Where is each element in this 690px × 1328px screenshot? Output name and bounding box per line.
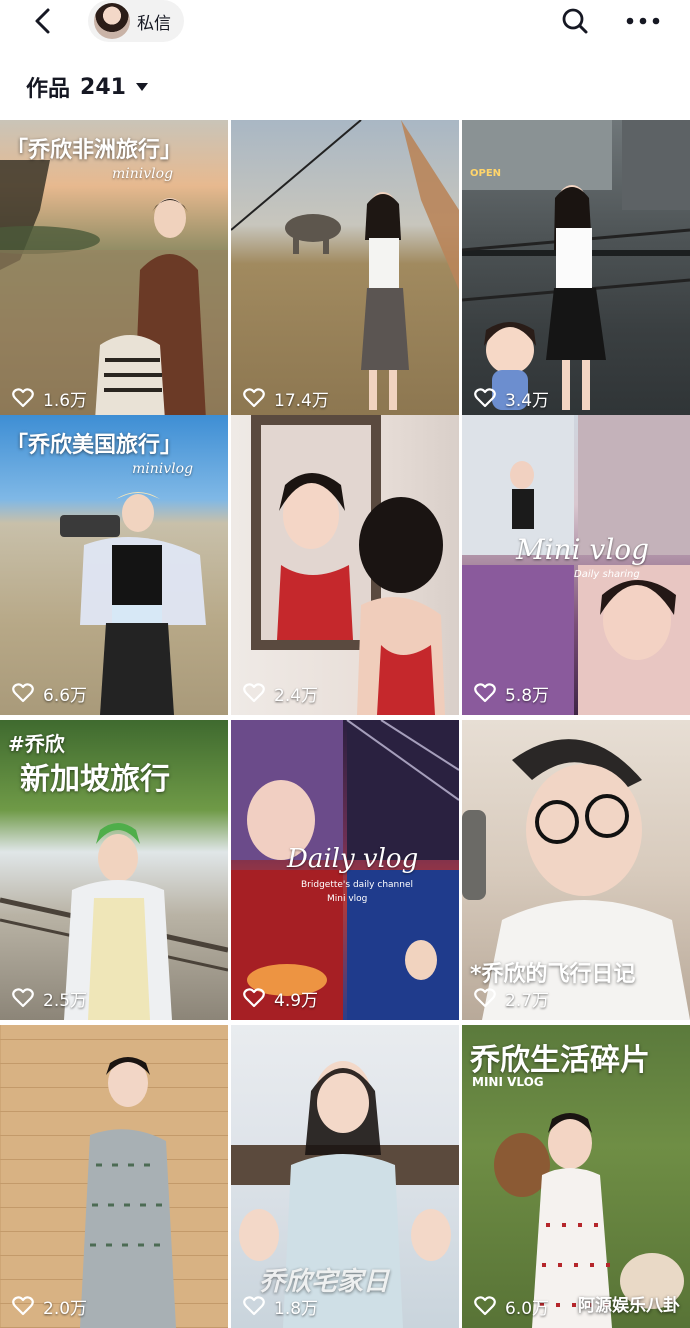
like-count: 2.0万 xyxy=(12,1294,88,1319)
like-count-value: 17.4万 xyxy=(274,390,329,411)
works-filter[interactable]: 作品 241 xyxy=(26,72,148,102)
like-count-value: 2.7万 xyxy=(505,990,550,1011)
video-tile[interactable]: 2.0万 xyxy=(0,1025,228,1328)
like-count: 17.4万 xyxy=(243,386,329,411)
heart-icon xyxy=(243,683,265,703)
thumbnail-art xyxy=(0,1025,176,1328)
video-tile[interactable]: 乔欣宅家日 1.8万 xyxy=(231,1025,459,1328)
thumbnail-art xyxy=(231,120,459,410)
search-icon xyxy=(562,8,588,34)
like-count-value: 4.9万 xyxy=(274,990,319,1011)
video-tile[interactable]: Mini vlog Daily sharing 5.8万 xyxy=(462,415,690,715)
like-count: 2.4万 xyxy=(243,681,319,706)
thumbnail-art xyxy=(251,415,445,715)
video-caption: 乔欣宅家日 xyxy=(259,1267,390,1297)
video-tile[interactable]: #乔欣 新加坡旅行 2.5万 xyxy=(0,720,228,1020)
search-button[interactable] xyxy=(560,6,590,36)
video-subtitle: Daily vlog xyxy=(287,844,419,874)
like-count: 1.6万 xyxy=(12,386,88,411)
video-tile[interactable]: 2.4万 xyxy=(231,415,459,715)
video-tile[interactable]: 17.4万 xyxy=(231,120,459,420)
heart-icon xyxy=(474,988,496,1008)
like-count: 1.8万 xyxy=(243,1294,319,1319)
more-button[interactable] xyxy=(624,8,662,34)
heart-icon xyxy=(12,988,34,1008)
like-count-value: 6.6万 xyxy=(43,685,88,706)
avatar xyxy=(94,3,130,39)
thumbnail-art xyxy=(60,492,206,715)
video-caption: 「乔欣美国旅行」 xyxy=(6,433,183,458)
video-caption: 新加坡旅行 xyxy=(20,762,170,797)
message-chip[interactable]: 私信 xyxy=(88,0,184,42)
works-count: 241 xyxy=(80,74,126,100)
watermark: 阿源娱乐八卦 xyxy=(578,1296,680,1316)
heart-icon xyxy=(12,388,34,408)
top-bar: 私信 xyxy=(0,0,690,44)
video-subtitle: minivlog xyxy=(132,461,194,477)
like-count-value: 2.5万 xyxy=(43,990,88,1011)
like-count-value: 3.4万 xyxy=(505,390,550,411)
like-count-value: 2.4万 xyxy=(274,685,319,706)
back-button[interactable] xyxy=(28,4,60,38)
like-count: 6.0万 xyxy=(474,1294,550,1319)
video-tile[interactable]: 「乔欣美国旅行」 minivlog 6.6万 xyxy=(0,415,228,715)
video-caption: 乔欣生活碎片 xyxy=(470,1043,650,1078)
message-chip-label: 私信 xyxy=(137,14,171,34)
video-subtitle: minivlog xyxy=(112,166,174,182)
like-count-value: 1.6万 xyxy=(43,390,88,411)
like-count: 2.5万 xyxy=(12,986,88,1011)
more-icon xyxy=(626,17,660,25)
video-subtitle: MINI VLOG xyxy=(472,1075,544,1089)
like-count: 2.7万 xyxy=(474,986,550,1011)
video-tile[interactable]: 乔欣生活碎片 MINI VLOG 6.0万 阿源娱乐八卦 xyxy=(462,1025,690,1328)
works-label: 作品 xyxy=(26,77,71,102)
like-count-value: 5.8万 xyxy=(505,685,550,706)
video-tile[interactable]: *乔欣的飞行日记 2.7万 xyxy=(462,720,690,1020)
like-count-value: 2.0万 xyxy=(43,1298,88,1319)
thumbnail-art xyxy=(0,160,228,420)
shop-sign: OPEN xyxy=(470,168,502,179)
heart-icon xyxy=(243,388,265,408)
like-count-value: 1.8万 xyxy=(274,1298,319,1319)
like-count: 5.8万 xyxy=(474,681,550,706)
heart-icon xyxy=(243,988,265,1008)
video-tile[interactable]: Daily vlog Bridgette's daily channel Min… xyxy=(231,720,459,1020)
video-small-text: Daily sharing xyxy=(574,569,640,580)
heart-icon xyxy=(474,1296,496,1316)
caret-down-icon xyxy=(135,83,148,91)
like-count-value: 6.0万 xyxy=(505,1298,550,1319)
heart-icon xyxy=(474,388,496,408)
back-arrow-icon xyxy=(35,8,50,34)
video-small-text: Bridgette's daily channel xyxy=(301,880,413,890)
thumbnail-art xyxy=(462,120,690,410)
video-subtitle: Mini vlog xyxy=(516,533,650,566)
video-tile[interactable]: 「乔欣非洲旅行」 minivlog 1.6万 xyxy=(0,120,228,420)
heart-icon xyxy=(474,683,496,703)
video-caption: 「乔欣非洲旅行」 xyxy=(6,138,183,163)
video-small-text-2: Mini vlog xyxy=(327,894,368,904)
heart-icon xyxy=(243,1296,265,1316)
video-tile[interactable]: OPEN 3.4万 xyxy=(462,120,690,420)
video-caption: *乔欣的飞行日记 xyxy=(470,962,636,987)
like-count: 4.9万 xyxy=(243,986,319,1011)
like-count: 6.6万 xyxy=(12,681,88,706)
heart-icon xyxy=(12,683,34,703)
like-count: 3.4万 xyxy=(474,386,550,411)
heart-icon xyxy=(12,1296,34,1316)
video-tag: #乔欣 xyxy=(8,732,65,756)
